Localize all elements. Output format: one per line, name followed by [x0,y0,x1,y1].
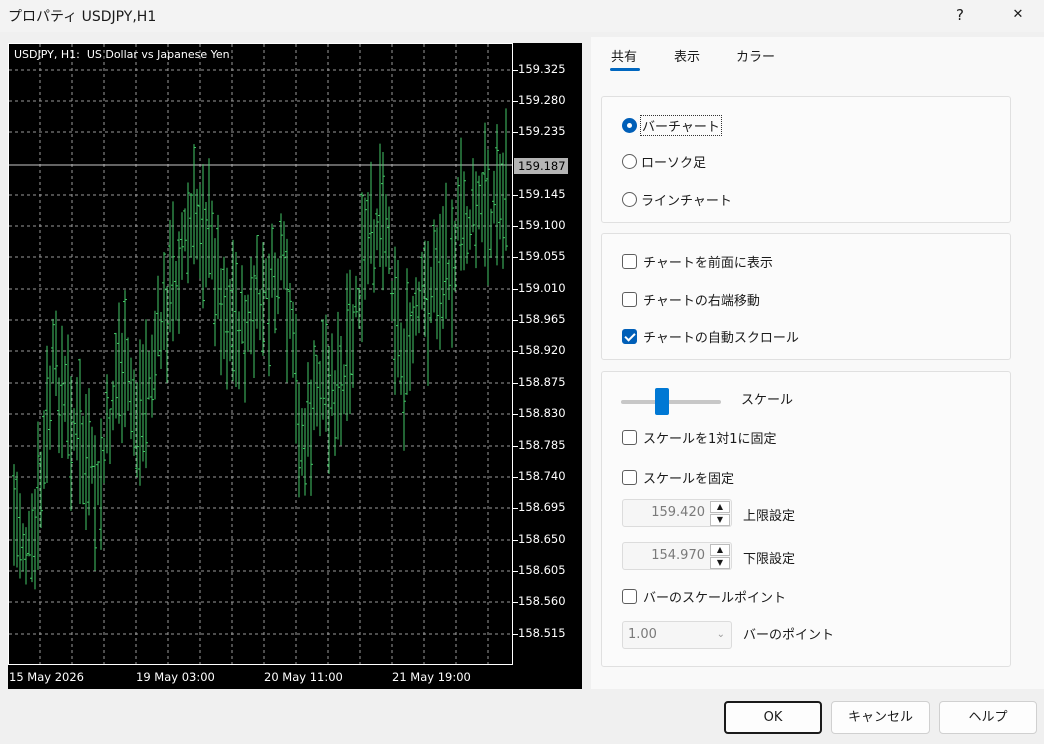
chart-info-text: USDJPY, H1: US Dollar vs Japanese Yen [14,48,230,61]
price-label: 158.515 [518,626,566,640]
bar-chart-label: バーチャート [640,115,722,136]
upper-limit-value: 159.420 [651,505,705,520]
fix-scale-label: スケールを固定 [643,472,735,487]
spin-up-icon[interactable]: ▲ [710,544,730,556]
price-label: 158.605 [518,563,566,577]
ok-button[interactable]: OK [724,701,822,734]
price-label: 158.695 [518,500,566,514]
help-icon[interactable]: ? [946,2,974,28]
price-label: 158.830 [518,406,566,420]
time-label: 15 May 2026 [9,670,84,684]
price-label: 159.055 [518,249,566,263]
price-label: 159.235 [518,124,566,138]
checkbox[interactable] [622,292,637,307]
fix-one-to-one-label: スケールを1対1に固定 [643,432,777,447]
checkbox-chart-foreground[interactable]: チャートを前面に表示 [622,252,773,271]
price-label: 159.325 [518,62,566,76]
checkbox-chart-shift[interactable]: チャートの右端移動 [622,290,760,309]
window-title: プロパティ USDJPY,H1 [8,9,157,25]
chart-type-group: バーチャート ローソク足 ラインチャート [601,96,1011,223]
radio-candlestick[interactable]: ローソク足 [622,152,706,171]
lower-limit-spinbox[interactable]: 154.970 ▲ ▼ [622,542,732,570]
time-label: 20 May 11:00 [264,670,343,684]
checkbox-chart-autoscroll[interactable]: チャートの自動スクロール [622,327,799,346]
line-chart-label: ラインチャート [641,194,732,209]
radio-bar-chart[interactable]: バーチャート [622,115,722,136]
price-label: 158.920 [518,343,566,357]
tab-display[interactable]: 表示 [674,46,700,65]
price-label: 159.280 [518,93,566,107]
points-label: バーのポイント [743,628,835,643]
candlestick-label: ローソク足 [641,156,707,171]
spin-down-icon[interactable]: ▼ [710,514,730,526]
help-button[interactable]: ヘルプ [939,701,1037,734]
bar-scale-points-label: バーのスケールポイント [643,591,787,606]
radio-line-chart[interactable]: ラインチャート [622,190,732,209]
tab-common[interactable]: 共有 [611,46,637,65]
close-icon[interactable]: ✕ [1000,2,1036,28]
price-label: 159.010 [518,281,566,295]
checkbox[interactable] [622,589,637,604]
chart-autoscroll-label: チャートの自動スクロール [643,331,799,346]
radio-button[interactable] [622,154,637,169]
lower-limit-value: 154.970 [651,548,705,563]
points-select-value: 1.00 [628,627,657,642]
active-tab-indicator [610,68,640,71]
checkbox[interactable] [622,430,637,445]
price-label: 159.100 [518,218,566,232]
tab-color[interactable]: カラー [736,46,775,65]
title-bar: プロパティ USDJPY,H1 ? ✕ [0,0,1044,32]
chart-options-group: チャートを前面に表示 チャートの右端移動 チャートの自動スクロール [601,233,1011,360]
settings-panel: 共有 表示 カラー バーチャート ローソク足 ラインチャート チャートを前面に表… [591,37,1044,689]
checkbox-fix-one-to-one[interactable]: スケールを1対1に固定 [622,428,777,447]
price-label: 158.740 [518,469,566,483]
plot-border [8,43,513,665]
points-select[interactable]: 1.00 ⌄ [622,621,732,649]
scale-group: スケール スケールを1対1に固定 スケールを固定 159.420 ▲ ▼ 上限設… [601,371,1011,667]
scale-slider-track[interactable] [621,400,721,404]
scale-slider-thumb[interactable] [655,388,669,415]
upper-limit-spinbox[interactable]: 159.420 ▲ ▼ [622,499,732,527]
price-label: 158.785 [518,438,566,452]
lower-limit-label: 下限設定 [743,552,796,567]
radio-button[interactable] [622,118,637,133]
checkbox-fix-scale[interactable]: スケールを固定 [622,468,734,487]
checkbox[interactable] [622,329,637,344]
chart-preview: USDJPY, H1: US Dollar vs Japanese Yen 15… [8,43,582,689]
price-label: 158.965 [518,312,566,326]
radio-button[interactable] [622,192,637,207]
time-label: 21 May 19:00 [392,670,471,684]
current-price-label: 159.187 [514,158,568,174]
spin-down-icon[interactable]: ▼ [710,557,730,569]
price-label: 159.145 [518,187,566,201]
checkbox[interactable] [622,254,637,269]
chart-shift-label: チャートの右端移動 [643,294,760,309]
price-label: 158.875 [518,375,566,389]
spin-up-icon[interactable]: ▲ [710,501,730,513]
upper-limit-label: 上限設定 [743,509,796,524]
checkbox-bar-scale-points[interactable]: バーのスケールポイント [622,587,786,606]
cancel-button[interactable]: キャンセル [831,701,930,734]
price-label: 158.560 [518,594,566,608]
price-label: 158.650 [518,532,566,546]
checkbox[interactable] [622,470,637,485]
chevron-down-icon: ⌄ [716,629,725,640]
scale-label: スケール [741,393,794,408]
time-label: 19 May 03:00 [136,670,215,684]
chart-foreground-label: チャートを前面に表示 [643,256,773,271]
